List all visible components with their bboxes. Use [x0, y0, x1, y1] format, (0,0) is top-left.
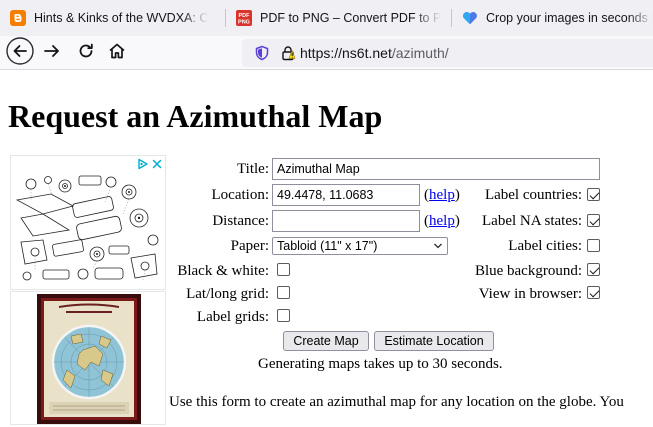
pdf-png-icon: PDF PNG — [236, 10, 252, 26]
navigation-bar: https://ns6t.net/azimuth/ — [0, 36, 653, 70]
parts-diagram-image — [13, 170, 163, 288]
url-host: https://ns6t.net — [300, 45, 392, 61]
address-bar[interactable]: https://ns6t.net/azimuth/ — [242, 39, 653, 67]
insecure-lock-icon[interactable] — [280, 45, 296, 61]
black-white-checkbox[interactable] — [277, 263, 290, 276]
latlong-grid-label: Lat/long grid: — [186, 286, 269, 302]
shield-icon[interactable] — [254, 45, 270, 61]
distance-help: (help) — [424, 212, 460, 230]
location-help: (help) — [424, 186, 460, 204]
label-countries-checkbox[interactable] — [587, 188, 600, 201]
black-white-label: Black & white: — [177, 263, 269, 279]
label-cities-checkbox[interactable] — [587, 239, 600, 252]
back-button[interactable] — [6, 36, 34, 70]
tab-label: Hints & Kinks of the WVDXA: C — [34, 11, 209, 25]
page-title: Request an Azimuthal Map — [8, 98, 383, 134]
location-label: Location: — [211, 187, 269, 203]
advertisement[interactable] — [10, 155, 166, 290]
label-cities-label: Label cities: — [508, 238, 582, 254]
tab-label: Crop your images in seconds fo — [486, 11, 653, 25]
tab-label: PDF to PNG – Convert PDF to P — [260, 11, 442, 25]
title-input[interactable]: Azimuthal Map — [272, 158, 600, 180]
latlong-grid-checkbox[interactable] — [277, 286, 290, 299]
location-help-link[interactable]: help — [429, 187, 455, 203]
distance-label: Distance: — [212, 213, 269, 229]
forward-button[interactable] — [38, 39, 66, 67]
forward-arrow-icon — [42, 41, 62, 66]
help-paren-close: ) — [454, 187, 460, 203]
reload-icon — [76, 41, 96, 66]
label-grids-label: Label grids: — [196, 309, 269, 325]
blue-background-label: Blue background: — [474, 263, 582, 279]
create-map-button[interactable]: Create Map — [283, 331, 369, 351]
blue-background-checkbox[interactable] — [587, 263, 600, 276]
form-description: Use this form to create an azimuthal map… — [169, 394, 624, 410]
paper-select[interactable]: Tabloid (11" x 17") — [272, 237, 448, 255]
location-input[interactable]: 49.4478, 11.0683 — [272, 184, 420, 206]
title-label: Title: — [237, 161, 269, 177]
back-arrow-icon — [6, 36, 34, 70]
map-illustration — [11, 292, 165, 424]
svg-text:PNG: PNG — [238, 20, 250, 26]
label-grids-checkbox[interactable] — [277, 309, 290, 322]
url-path: /azimuth/ — [391, 45, 449, 61]
distance-input[interactable] — [272, 210, 420, 232]
heart-icon — [462, 10, 478, 26]
tab-hints-kinks[interactable]: Hints & Kinks of the WVDXA: C — [0, 0, 224, 36]
chevron-down-icon — [433, 238, 443, 258]
paper-label: Paper: — [230, 238, 269, 254]
view-in-browser-label: View in browser: — [478, 286, 582, 302]
label-na-states-label: Label NA states: — [482, 213, 582, 229]
view-in-browser-checkbox[interactable] — [587, 286, 600, 299]
framed-map-image[interactable] — [10, 291, 166, 425]
help-paren-close: ) — [454, 213, 460, 229]
reload-button[interactable] — [72, 39, 100, 67]
svg-text:PDF: PDF — [239, 13, 251, 19]
home-icon — [107, 41, 127, 66]
home-button[interactable] — [103, 39, 131, 67]
generation-notice: Generating maps takes up to 30 seconds. — [258, 356, 503, 372]
label-na-states-checkbox[interactable] — [587, 214, 600, 227]
paper-select-value: Tabloid (11" x 17") — [277, 239, 378, 253]
distance-help-link[interactable]: help — [429, 213, 455, 229]
label-countries-label: Label countries: — [484, 187, 582, 203]
tab-bar: Hints & Kinks of the WVDXA: C PDF PNG PDF… — [0, 0, 653, 36]
url-text: https://ns6t.net/azimuth/ — [300, 45, 449, 61]
tab-crop-images[interactable]: Crop your images in seconds fo — [452, 0, 653, 36]
tab-pdf-to-png[interactable]: PDF PNG PDF to PNG – Convert PDF to P — [226, 0, 450, 36]
estimate-location-button[interactable]: Estimate Location — [374, 331, 494, 351]
blogger-icon — [10, 10, 26, 26]
